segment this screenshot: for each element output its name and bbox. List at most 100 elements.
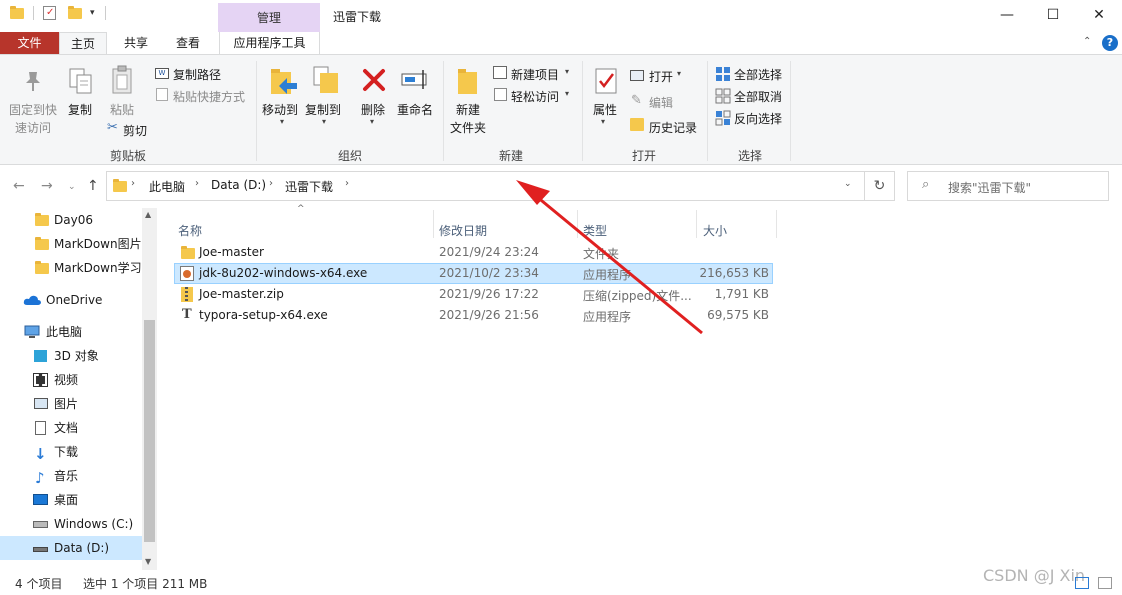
file-date: 2021/9/26 17:22 <box>439 287 539 301</box>
sort-ascending-icon: ^ <box>297 204 305 214</box>
nav-item[interactable]: MarkDown学习 <box>0 256 142 280</box>
back-button[interactable]: ← <box>13 178 25 194</box>
3d-objects-icon <box>34 350 47 362</box>
file-size: 1,791 KB <box>714 287 769 301</box>
select-none-button[interactable]: 全部取消 <box>734 88 782 105</box>
scroll-down-icon[interactable]: ▼ <box>145 557 151 566</box>
tab-application-tools[interactable]: 应用程序工具 <box>219 32 320 54</box>
properties-button[interactable]: 属性 <box>593 101 617 118</box>
recent-locations-button[interactable]: ⌄ <box>68 182 76 192</box>
scroll-up-icon[interactable]: ▲ <box>145 210 151 219</box>
file-size: 216,653 KB <box>699 266 769 280</box>
group-label-new: 新建 <box>498 149 523 163</box>
column-header-date[interactable]: 修改日期 <box>439 222 487 239</box>
nav-item[interactable]: ↓ 下载 <box>0 440 142 464</box>
history-button[interactable]: 历史记录 <box>649 119 697 136</box>
new-item-button[interactable]: 新建项目 <box>511 66 559 83</box>
column-header-size[interactable]: 大小 <box>703 222 727 239</box>
details-view-button[interactable] <box>1075 577 1089 589</box>
column-separator[interactable] <box>776 210 777 238</box>
copy-to-icon <box>313 66 338 93</box>
invert-selection-button[interactable]: 反向选择 <box>734 110 782 127</box>
file-row[interactable]: Joe-master 2021/9/24 23:24 文件夹 <box>174 242 773 263</box>
large-icons-view-button[interactable] <box>1098 577 1112 589</box>
delete-button[interactable]: 删除 <box>361 101 385 118</box>
select-all-button[interactable]: 全部选择 <box>734 66 782 83</box>
copy-button[interactable]: 复制 <box>68 101 92 118</box>
rename-button[interactable]: 重命名 <box>397 101 433 118</box>
copy-to-button[interactable]: 复制到 <box>305 101 341 118</box>
up-button[interactable]: ↑ <box>87 178 99 194</box>
breadcrumb-xunlei[interactable]: 迅雷下载 <box>285 178 333 195</box>
search-input[interactable]: 搜索"迅雷下载" <box>948 179 1031 196</box>
nav-item[interactable]: 视频 <box>0 368 142 392</box>
separator <box>33 6 34 20</box>
nav-item[interactable]: 3D 对象 <box>0 344 142 368</box>
close-button[interactable]: ✕ <box>1076 0 1122 30</box>
nav-item[interactable]: ♪ 音乐 <box>0 464 142 488</box>
file-row-selected[interactable]: jdk-8u202-windows-x64.exe 2021/10/2 23:3… <box>174 263 773 284</box>
refresh-button[interactable]: ↻ <box>865 171 895 201</box>
search-box[interactable]: ⌕ 搜索"迅雷下载" <box>907 171 1109 201</box>
file-type: 应用程序 <box>583 310 632 324</box>
nav-item[interactable]: 文档 <box>0 416 142 440</box>
nav-item[interactable]: 桌面 <box>0 488 142 512</box>
nav-scrollbar-thumb[interactable] <box>144 320 155 542</box>
nav-item-onedrive[interactable]: OneDrive <box>0 288 142 312</box>
file-row[interactable]: T typora-setup-x64.exe 2021/9/26 21:56 应… <box>174 305 773 326</box>
new-folder-icon[interactable] <box>68 5 82 19</box>
title-bar: ✓ ▾ 管理 迅雷下载 — ☐ ✕ <box>0 0 1122 32</box>
group-label-open: 打开 <box>631 149 656 163</box>
paste-button[interactable]: 粘贴 <box>110 101 134 118</box>
chevron-right-icon: › <box>131 178 135 189</box>
easy-access-button[interactable]: 轻松访问 <box>511 88 559 105</box>
easy-access-icon <box>494 88 507 101</box>
properties-icon[interactable]: ✓ <box>43 6 56 20</box>
dropdown-arrow-icon: ▾ <box>677 69 682 78</box>
breadcrumb-this-pc[interactable]: 此电脑 <box>149 178 185 195</box>
column-header-name[interactable]: 名称 <box>178 222 202 239</box>
edit-button[interactable]: 编辑 <box>649 94 673 111</box>
downloads-icon: ↓ <box>34 445 47 463</box>
nav-item-selected[interactable]: Data (D:) <box>0 536 142 560</box>
address-history-dropdown-icon[interactable]: ⌄ <box>844 179 852 189</box>
help-icon[interactable]: ? <box>1102 35 1118 51</box>
zip-folder-icon <box>181 287 193 302</box>
tab-view[interactable]: 查看 <box>166 32 210 54</box>
nav-item-label: MarkDown图片 <box>54 237 142 251</box>
file-row[interactable]: Joe-master.zip 2021/9/26 17:22 压缩(zipped… <box>174 284 773 305</box>
column-header-type[interactable]: 类型 <box>583 222 607 239</box>
new-folder-label-2[interactable]: 文件夹 <box>450 119 486 136</box>
nav-item[interactable]: 图片 <box>0 392 142 416</box>
maximize-button[interactable]: ☐ <box>1030 0 1076 30</box>
column-separator[interactable] <box>696 210 697 238</box>
manage-label: 管理 <box>256 11 281 25</box>
nav-item-this-pc[interactable]: 此电脑 <box>0 320 142 344</box>
forward-button[interactable]: → <box>41 178 53 194</box>
tab-share[interactable]: 共享 <box>114 32 158 54</box>
breadcrumb-data-d[interactable]: Data (D:) <box>211 178 266 192</box>
copy-path-button[interactable]: 复制路径 <box>173 66 221 83</box>
paste-shortcut-button[interactable]: 粘贴快捷方式 <box>173 88 245 105</box>
column-separator[interactable] <box>577 210 578 238</box>
tab-home[interactable]: 主页 <box>59 32 107 54</box>
tab-file[interactable]: 文件 <box>0 32 59 54</box>
collapse-ribbon-icon[interactable]: ⌃ <box>1083 36 1091 47</box>
nav-item[interactable]: MarkDown图片 <box>0 232 142 256</box>
properties-icon <box>595 68 617 94</box>
customize-toolbar-icon[interactable]: ▾ <box>90 8 95 18</box>
nav-item[interactable]: Windows (C:) <box>0 512 142 536</box>
minimize-button[interactable]: — <box>984 0 1030 30</box>
pin-quick-access-label-1[interactable]: 固定到快 <box>9 101 57 118</box>
invert-selection-icon <box>715 110 731 126</box>
column-separator[interactable] <box>433 210 434 238</box>
pin-quick-access-label-2[interactable]: 速访问 <box>15 119 51 136</box>
cut-button[interactable]: 剪切 <box>123 122 147 139</box>
delete-icon <box>363 69 385 91</box>
search-icon: ⌕ <box>922 177 930 192</box>
new-folder-label-1[interactable]: 新建 <box>456 101 480 118</box>
open-button[interactable]: 打开 <box>649 68 673 85</box>
move-to-button[interactable]: 移动到 <box>262 101 298 118</box>
address-bar[interactable]: › 此电脑 › Data (D:) › 迅雷下载 › ⌄ <box>106 171 865 201</box>
nav-item[interactable]: Day06 <box>0 208 142 232</box>
